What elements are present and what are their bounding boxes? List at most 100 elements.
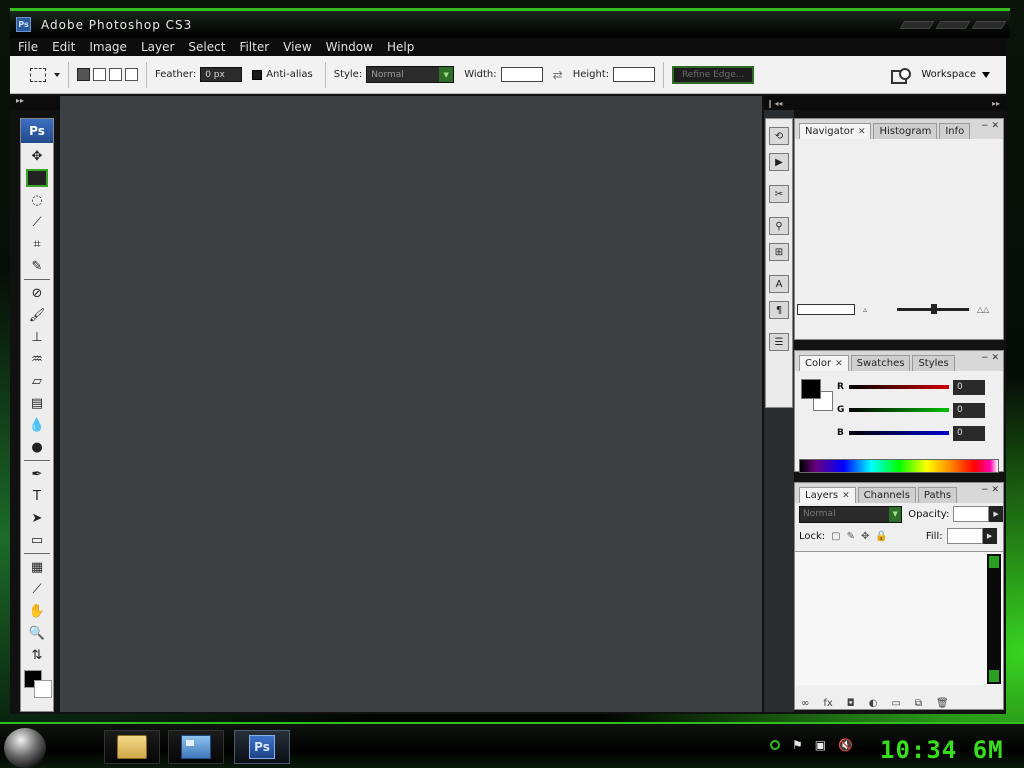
lock-transparency-icon[interactable]: ▢ [831,531,840,542]
width-input[interactable] [500,67,543,82]
rectangle-tool-icon[interactable]: ▭ [26,531,48,549]
slice-tool-icon[interactable]: ✎ [26,257,48,275]
dock-header[interactable]: ‖ ◂◂ ▸▸ [764,96,1006,110]
taskbar-control-panel-button[interactable] [168,730,224,764]
lock-pixels-icon[interactable]: ✎ [847,531,855,542]
new-group-icon[interactable]: ▭ [891,698,900,709]
tab-paths[interactable]: Paths [917,487,958,503]
healing-brush-tool-icon[interactable]: ⊘ [26,284,48,302]
menu-file[interactable]: File [18,40,38,54]
lock-position-icon[interactable]: ✥ [861,531,869,542]
start-orb[interactable] [4,728,46,768]
move-tool-icon[interactable]: ✥ [26,147,48,165]
preset-dropdown-icon[interactable] [54,72,60,77]
menu-help[interactable]: Help [387,40,414,54]
dodge-tool-icon[interactable]: ● [26,438,48,456]
tray-status-icon[interactable] [770,740,780,750]
fill-input[interactable] [946,528,983,544]
scroll-down-thumb[interactable] [989,670,999,682]
red-slider[interactable] [849,385,949,389]
color-spectrum-ramp[interactable] [799,459,999,473]
toolbox-collapse-bar[interactable]: ▸▸ [10,96,60,110]
blue-value[interactable]: 0 [953,425,985,441]
crop-tool-icon[interactable]: ⌗ [26,235,48,253]
actions-icon[interactable]: ▶ [769,153,789,171]
color-picker[interactable] [22,670,52,698]
clone-stamp-tool-icon[interactable]: ⊥ [26,328,48,346]
bridge-icon[interactable] [889,66,912,84]
zoom-input[interactable] [797,303,855,315]
layers-scrollbar[interactable] [987,554,1001,684]
maximize-button[interactable] [935,20,971,29]
menu-view[interactable]: View [283,40,311,54]
height-input[interactable] [613,67,656,82]
history-brush-tool-icon[interactable]: ♒ [26,350,48,368]
opacity-input[interactable] [953,506,990,522]
intersect-selection-icon[interactable] [125,68,138,81]
refine-edge-button[interactable]: Refine Edge... [672,65,755,84]
layers-list[interactable] [795,551,1003,685]
taskbar-photoshop-button[interactable]: Ps [234,730,290,764]
tab-color[interactable]: Color ✕ [799,355,849,371]
foreground-color-swatch[interactable] [801,379,821,399]
red-value[interactable]: 0 [953,379,985,395]
tab-channels[interactable]: Channels [857,487,916,503]
character-icon[interactable]: A [769,275,789,293]
clone-source-icon[interactable]: ⊞ [769,243,789,261]
link-layers-icon[interactable]: ∞ [801,698,809,709]
pen-tool-icon[interactable]: ✒ [26,465,48,483]
document-canvas-area[interactable] [60,96,762,712]
delete-layer-icon[interactable]: 🗑 [936,698,949,709]
scroll-up-thumb[interactable] [989,556,999,568]
brushes-icon[interactable]: ⚲ [769,217,789,235]
network-icon[interactable]: ▣ [815,738,826,752]
history-icon[interactable]: ⟲ [769,127,789,145]
swap-width-height-icon[interactable]: ⇄ [553,68,563,82]
add-selection-icon[interactable] [93,68,106,81]
menu-edit[interactable]: Edit [52,40,75,54]
tab-info[interactable]: Info [939,123,971,139]
new-layer-icon[interactable]: ⧉ [915,698,922,709]
tab-navigator[interactable]: Navigator ✕ [799,123,872,139]
paragraph-icon[interactable]: ¶ [769,301,789,319]
layer-mask-icon[interactable]: ◘ [847,698,855,709]
tab-swatches[interactable]: Swatches [850,355,911,371]
marquee-preset-icon[interactable] [30,67,46,82]
layer-comps-icon[interactable]: ☰ [769,333,789,351]
panel-menu-icon[interactable]: − ✕ [981,485,999,495]
background-color-swatch[interactable] [34,680,52,698]
close-button[interactable] [971,20,1007,29]
blue-slider[interactable] [849,431,949,435]
green-value[interactable]: 0 [953,402,985,418]
close-icon[interactable]: ✕ [835,359,843,369]
tool-presets-icon[interactable]: ✂ [769,185,789,203]
layer-style-icon[interactable]: fx [823,698,832,709]
zoom-out-icon[interactable]: ▵ [863,305,867,314]
zoom-tool-icon[interactable]: 🔍 [26,624,48,642]
taskbar-clock[interactable]: 10:34 6M [880,736,1004,764]
zoom-slider-knob[interactable] [931,303,938,314]
blur-tool-icon[interactable]: 💧 [26,416,48,434]
zoom-slider[interactable] [897,303,970,314]
anti-alias-checkbox[interactable] [252,69,263,80]
volume-muted-icon[interactable]: 🔇 [838,738,853,752]
ps-logo[interactable]: Ps [21,119,53,143]
minimize-button[interactable] [899,20,935,29]
eyedropper-tool-icon[interactable]: ⟋ [26,580,48,598]
close-icon[interactable]: ✕ [858,127,866,137]
action-center-flag-icon[interactable]: ⚑ [792,738,803,752]
menu-window[interactable]: Window [326,40,373,54]
menu-layer[interactable]: Layer [141,40,174,54]
brush-tool-icon[interactable]: 🖌 [26,306,48,324]
swap-colors-icon[interactable]: ⇅ [26,646,48,664]
menu-filter[interactable]: Filter [239,40,269,54]
menu-select[interactable]: Select [188,40,225,54]
fill-arrow-icon[interactable]: ▶ [982,528,997,544]
rectangular-marquee-tool-icon[interactable] [26,169,48,187]
hand-tool-icon[interactable]: ✋ [26,602,48,620]
lasso-tool-icon[interactable]: ◌ [26,191,48,209]
window-title-bar[interactable]: Ps Adobe Photoshop CS3 [10,8,1010,38]
subtract-selection-icon[interactable] [109,68,122,81]
tab-histogram[interactable]: Histogram [873,123,938,139]
new-selection-icon[interactable] [77,68,90,81]
